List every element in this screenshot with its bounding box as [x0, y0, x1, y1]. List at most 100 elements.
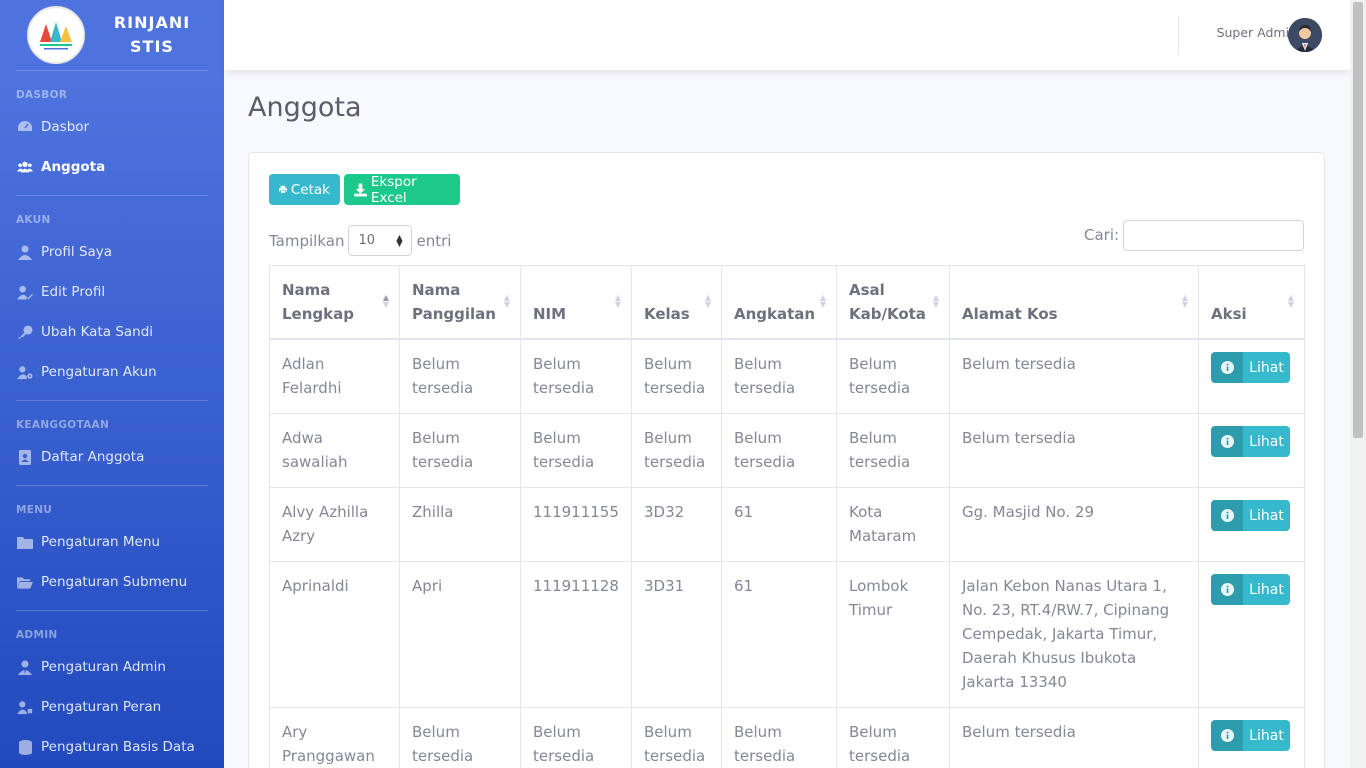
search-input[interactable]: [1123, 220, 1304, 251]
table-row: Alvy Azhilla Azry Zhilla 111911155 3D32 61 Ko…: [269, 487, 1305, 562]
column-header-label: Panggilan: [412, 305, 496, 323]
action-cell: Lihat: [1198, 561, 1305, 708]
sidebar-item-anggota[interactable]: Anggota: [0, 147, 224, 187]
column-header-kelas[interactable]: Kelas ▲ ▼: [631, 265, 722, 340]
sort-icon: ▲ ▼: [932, 293, 939, 309]
table-cell: Belum tersedia: [631, 413, 722, 488]
sidebar-group: Daftar Anggota: [0, 433, 224, 485]
column-header-aksi[interactable]: Aksi ▲ ▼: [1198, 265, 1305, 340]
sidebar-group: Dasbor Anggota: [0, 103, 224, 195]
table-row: Adwa sawaliah Belum tersedia Belum tersedi…: [269, 413, 1305, 488]
info-circle-icon: [1211, 352, 1243, 383]
view-button-label: Lihat: [1249, 581, 1284, 598]
page-length-select[interactable]: 10 ▲ ▼: [348, 225, 413, 256]
column-header-label: Kab/Kota: [849, 305, 926, 323]
sidebar-item-dasbor[interactable]: Dasbor: [0, 107, 224, 147]
sort-icon: ▲ ▼: [704, 293, 711, 309]
column-header-lengkap[interactable]: Nama Lengkap ▲ ▼: [269, 265, 400, 340]
table-cell: 61: [721, 561, 837, 708]
sidebar-item-pengaturan-admin[interactable]: Pengaturan Admin: [0, 647, 224, 687]
members-table: Nama Lengkap ▲ ▼ Nama Panggilan ▲ ▼ NIM ▲ ▼ Kelas…: [269, 265, 1305, 768]
table-cell: Adlan Felardhi: [269, 338, 400, 414]
table-cell: Belum tersedia: [631, 338, 722, 414]
user-icon: [17, 244, 33, 260]
action-cell: Lihat: [1198, 413, 1305, 488]
user-name[interactable]: Super Admin: [1217, 25, 1297, 40]
print-label: Cetak: [290, 181, 330, 198]
table-cell: 61: [721, 487, 837, 562]
scrollbar-thumb[interactable]: [1353, 2, 1363, 438]
updown-icon: ▲ ▼: [396, 232, 403, 248]
action-cell: Lihat: [1198, 487, 1305, 562]
brand-link[interactable]: RINJANI STIS: [0, 0, 224, 70]
sidebar-item-ubah-kata-sandi[interactable]: Ubah Kata Sandi: [0, 312, 224, 352]
table-cell: Belum tersedia: [520, 413, 632, 488]
table-cell: Belum tersedia: [949, 707, 1199, 768]
table-cell: Lombok Timur: [836, 561, 950, 708]
table-cell: Zhilla: [399, 487, 521, 562]
members-card: Cetak Ekspor Excel Tampilkan 10 ▲ ▼ entri…: [248, 152, 1325, 768]
table-cell: Belum tersedia: [399, 707, 521, 768]
column-header-label: Nama: [282, 281, 331, 299]
sidebar-item-edit-profil[interactable]: Edit Profil: [0, 272, 224, 312]
column-header-label: Asal: [849, 281, 885, 299]
sidebar-item-pengaturan-menu[interactable]: Pengaturan Menu: [0, 522, 224, 562]
print-icon: [279, 185, 287, 194]
column-header-label: [1211, 278, 1292, 302]
column-header-panggilan[interactable]: Nama Panggilan ▲ ▼: [399, 265, 521, 340]
page-length-control: Tampilkan 10 ▲ ▼ entri: [269, 225, 451, 256]
column-header-nim[interactable]: NIM ▲ ▼: [520, 265, 632, 340]
sidebar-item-label: Dasbor: [41, 119, 90, 135]
view-button[interactable]: Lihat: [1211, 574, 1290, 605]
sidebar-item-pengaturan-peran[interactable]: Pengaturan Peran: [0, 687, 224, 727]
table-cell: Aprinaldi: [269, 561, 400, 708]
export-excel-button[interactable]: Ekspor Excel: [344, 174, 460, 206]
column-header-label: Kelas: [644, 305, 690, 323]
column-header-label: NIM: [533, 305, 567, 323]
print-button[interactable]: Cetak: [269, 174, 340, 205]
table-cell: Belum tersedia: [836, 338, 950, 414]
entries-label: entri: [416, 231, 452, 250]
table-row: Adlan Felardhi Belum tersedia Belum tersed…: [269, 338, 1305, 414]
sort-icon: ▲ ▼: [382, 293, 389, 309]
action-cell: Lihat: [1198, 707, 1305, 768]
column-header-alamat-kos[interactable]: Alamat Kos ▲ ▼: [949, 265, 1199, 340]
column-header-angkatan[interactable]: Angkatan ▲ ▼: [721, 265, 837, 340]
view-button[interactable]: Lihat: [1211, 352, 1290, 383]
sidebar-item-pengaturan-submenu[interactable]: Pengaturan Submenu: [0, 562, 224, 602]
table-cell: 111911155: [520, 487, 632, 562]
sidebar-heading-menu: MENU: [16, 504, 53, 516]
view-button[interactable]: Lihat: [1211, 500, 1290, 531]
info-circle-icon: [1211, 426, 1243, 457]
view-button-label: Lihat: [1249, 727, 1284, 744]
user-cog-icon: [17, 364, 33, 380]
table-cell: Belum tersedia: [631, 707, 722, 768]
column-header-kab-kota[interactable]: Asal Kab/Kota ▲ ▼: [836, 265, 950, 340]
view-button-label: Lihat: [1249, 359, 1284, 376]
sidebar-item-label: Ubah Kata Sandi: [41, 324, 154, 340]
table-cell: Belum tersedia: [399, 413, 521, 488]
sidebar: RINJANI STIS DASBOR Dasbor Anggota AKUN Prof…: [0, 0, 224, 768]
sidebar-item-profil-saya[interactable]: Profil Saya: [0, 232, 224, 272]
view-button[interactable]: Lihat: [1211, 720, 1290, 751]
table-cell: Gg. Masjid No. 29: [949, 487, 1199, 562]
brand-name: RINJANI STIS: [107, 11, 197, 59]
sidebar-group: Pengaturan Menu Pengaturan Submenu: [0, 518, 224, 610]
sidebar-item-daftar-anggota[interactable]: Daftar Anggota: [0, 437, 224, 477]
user-avatar[interactable]: [1288, 18, 1322, 52]
table-cell: Alvy Azhilla Azry: [269, 487, 400, 562]
sidebar-item-pengaturan-akun[interactable]: Pengaturan Akun: [0, 352, 224, 392]
view-button[interactable]: Lihat: [1211, 426, 1290, 457]
column-header-label: [734, 278, 824, 302]
table-cell: Belum tersedia: [721, 413, 837, 488]
page-scrollbar[interactable]: [1350, 0, 1366, 768]
table-header-row: Nama Lengkap ▲ ▼ Nama Panggilan ▲ ▼ NIM ▲ ▼ Kelas…: [269, 265, 1305, 340]
table-cell: Apri: [399, 561, 521, 708]
sidebar-group: Pengaturan Admin Pengaturan Peran Pengatur…: [0, 643, 224, 768]
sidebar-item-label: Pengaturan Submenu: [41, 574, 188, 590]
tachometer-icon: [17, 119, 33, 135]
table-cell: Belum tersedia: [949, 338, 1199, 414]
info-circle-icon: [1211, 500, 1243, 531]
sidebar-item-pengaturan-basis-data[interactable]: Pengaturan Basis Data: [0, 727, 224, 767]
sidebar-item-label: Edit Profil: [41, 284, 106, 300]
